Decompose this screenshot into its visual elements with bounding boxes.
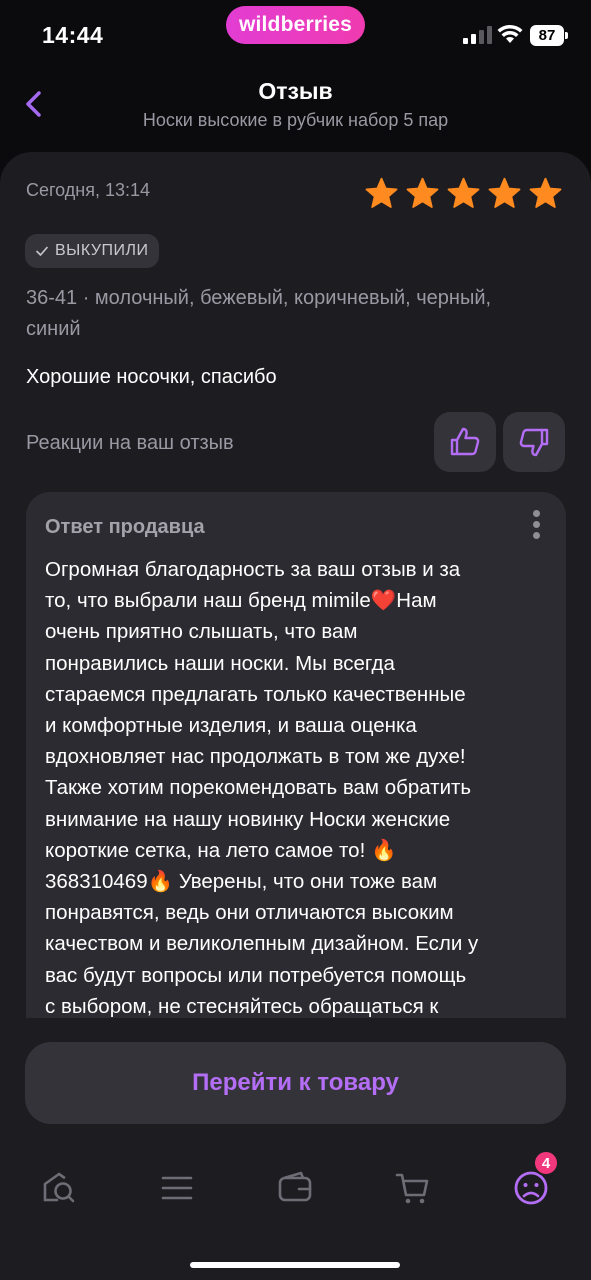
tab-bar: 4: [0, 1150, 591, 1222]
reply-line: понравились наши носки. Мы всегда: [45, 651, 395, 675]
battery-level: 87: [530, 25, 564, 46]
cart-icon: [395, 1173, 429, 1204]
tab-catalog[interactable]: [147, 1158, 207, 1218]
star-icon: [447, 177, 480, 208]
home-indicator: [190, 1262, 400, 1268]
reply-line: короткие сетка, на лето самое то! 🔥: [45, 838, 397, 862]
seller-reply: Ответ продавца Огромная благодарность за…: [26, 492, 566, 1052]
check-icon: [36, 246, 48, 256]
wallet-icon: [278, 1171, 312, 1202]
tab-profile[interactable]: 4: [501, 1150, 561, 1218]
header: Отзыв Носки высокие в рубчик набор 5 пар: [0, 70, 591, 150]
reply-line: понравятся, ведь они отличаются высоким: [45, 901, 454, 925]
review-text: Хорошие носочки, спасибо: [26, 366, 277, 388]
wifi-icon: [497, 24, 523, 43]
screen: 14:44 wildberries 87 Отзыв Носки высокие…: [0, 0, 591, 1280]
star-icon: [529, 177, 562, 208]
review-date: Сегодня, 13:14: [26, 180, 151, 200]
like-button[interactable]: [434, 412, 496, 472]
dislike-button[interactable]: [503, 412, 565, 472]
tab-wallet[interactable]: [265, 1158, 325, 1218]
purchased-badge: ВЫКУПИЛИ: [25, 234, 159, 268]
reply-line: очень приятно слышать, что вам: [45, 620, 358, 644]
profile-notification-badge: 4: [533, 1150, 559, 1176]
page-title: Отзыв: [258, 78, 333, 104]
star-icon: [406, 177, 439, 208]
home-search-icon: [43, 1172, 75, 1203]
go-to-product-button[interactable]: Перейти к товару: [25, 1042, 566, 1124]
signal-icon: [463, 26, 492, 44]
reply-line: то, что выбрали наш бренд mimile❤️Нам: [45, 589, 437, 613]
reply-line: качеством и великолепным дизайном. Если …: [45, 932, 479, 956]
bottom-panel: Перейти к товару 4: [0, 1018, 591, 1280]
star-icon: [365, 177, 398, 208]
product-variant: 36-41 · молочный, бежевый, коричневый, ч…: [26, 287, 492, 340]
brand-logo: wildberries: [226, 6, 365, 44]
battery-cap: [565, 32, 568, 39]
rating-stars: [364, 176, 563, 211]
catalog-menu-icon: [161, 1176, 193, 1200]
star-icon: [488, 177, 521, 208]
status-time: 14:44: [42, 22, 104, 48]
reply-line: вас будут вопросы или потребуется помощь: [45, 963, 467, 987]
purchased-badge-label: ВЫКУПИЛИ: [55, 242, 149, 259]
reply-line: вдохновляет нас продолжать в том же духе…: [45, 745, 466, 769]
tab-cart[interactable]: [383, 1158, 443, 1218]
page-subtitle: Носки высокие в рубчик набор 5 пар: [142, 110, 449, 130]
reply-line: Огромная благодарность за ваш отзыв и за: [45, 558, 461, 581]
reply-line: 368310469🔥 Уверены, что они тоже вам: [45, 870, 438, 894]
thumbs-down-icon: [519, 428, 549, 457]
tab-home[interactable]: [29, 1158, 89, 1218]
thumbs-up-icon: [450, 427, 480, 456]
reply-line: и комфортные изделия, и ваша оценка: [45, 714, 417, 738]
status-bar: 14:44 wildberries 87: [0, 0, 591, 70]
more-vertical-icon[interactable]: [528, 510, 544, 546]
seller-reply-title: Ответ продавца: [45, 516, 205, 538]
review-card: Сегодня, 13:14 ВЫКУПИЛИ 36-41 · молочный…: [0, 152, 591, 1052]
reply-line: стараемся предлагать только качественные: [45, 682, 466, 706]
reactions-label: Реакции на ваш отзыв: [26, 432, 234, 454]
reply-line: Также хотим порекомендовать вам обратить: [45, 776, 472, 800]
reply-line: внимание на нашу новинку Носки женские: [45, 807, 451, 831]
battery-indicator: 87: [530, 25, 568, 46]
seller-reply-text: Огромная благодарность за ваш отзыв и за…: [45, 554, 555, 1022]
